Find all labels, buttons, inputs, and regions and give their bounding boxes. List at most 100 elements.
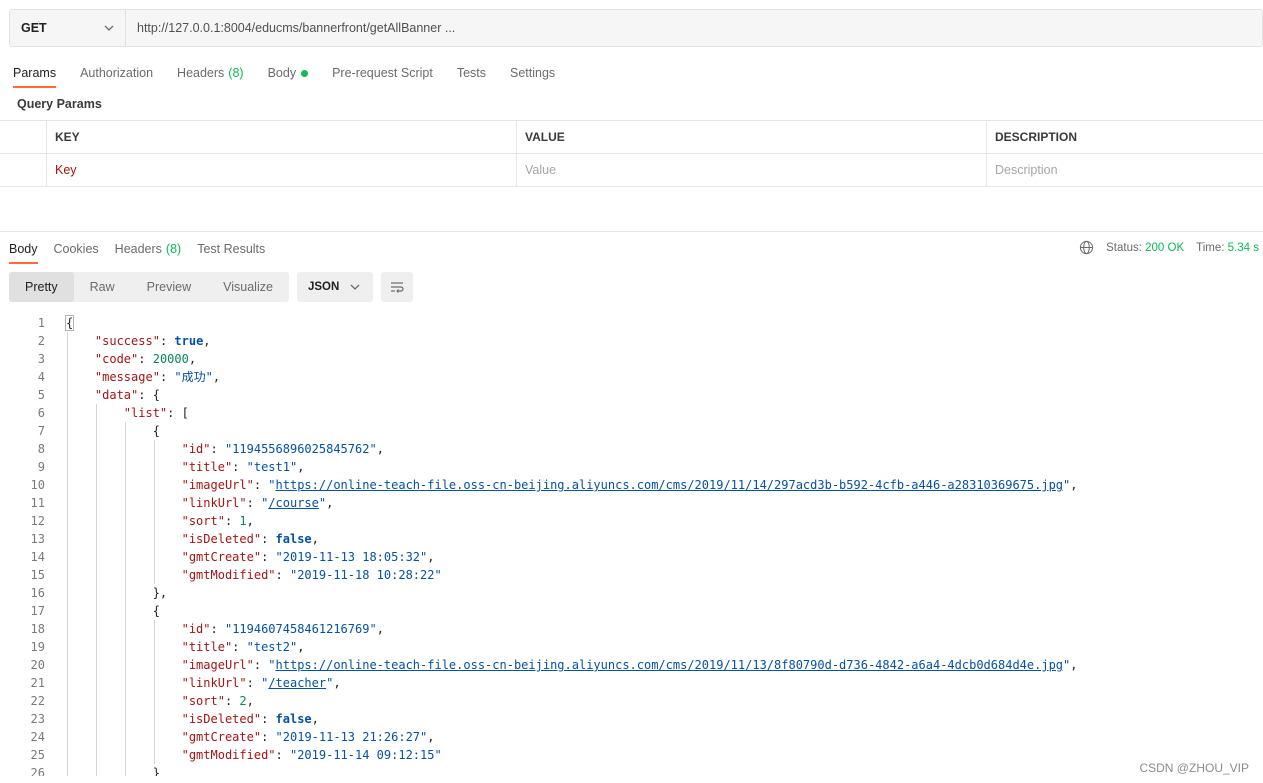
tab-label: Headers [114, 242, 162, 256]
description-input[interactable]: Description [986, 154, 1263, 186]
query-params-table: KEY VALUE DESCRIPTION Key Value Descript… [0, 120, 1263, 187]
row-checkbox[interactable] [0, 154, 46, 186]
table-header-row: KEY VALUE DESCRIPTION [0, 121, 1263, 154]
tab-label: Cookies [53, 242, 99, 256]
chevron-down-icon [104, 25, 114, 31]
response-body-editor[interactable]: 1{ 2 "success": true, 3 "code": 20000, 4… [0, 314, 1263, 776]
tab-body[interactable]: Body [256, 58, 321, 88]
line-number: 7 [37, 424, 45, 438]
format-select[interactable]: JSON [296, 272, 373, 302]
code-line: 6 "list": [ [0, 404, 1263, 422]
view-pretty[interactable]: Pretty [9, 272, 74, 302]
line-number: 24 [30, 730, 45, 744]
code-line: 3 "code": 20000, [0, 350, 1263, 368]
item-title: test1 [253, 460, 290, 474]
query-params-title: Query Params [17, 97, 102, 111]
tab-label: Body [267, 66, 297, 80]
line-number: 10 [30, 478, 45, 492]
tab-authorization[interactable]: Authorization [68, 58, 165, 88]
code-line: 12 "sort": 1, [0, 512, 1263, 530]
code-line: 1{ [0, 314, 1263, 332]
line-number: 20 [30, 658, 45, 672]
line-number: 9 [37, 460, 45, 474]
tab-response-headers[interactable]: Headers (8) [107, 234, 190, 264]
tab-params[interactable]: Params [0, 58, 68, 88]
success-value: true [174, 334, 204, 348]
time-label: Time: [1196, 241, 1225, 254]
line-number: 8 [37, 442, 45, 456]
tab-label: Tests [456, 66, 486, 80]
line-number: 11 [30, 496, 45, 510]
code-line: 2 "success": true, [0, 332, 1263, 350]
time-value[interactable]: 5.34 s [1228, 242, 1259, 254]
code-line: 7 { [0, 422, 1263, 440]
status-label: Status: [1106, 241, 1142, 254]
code-line: 13 "isDeleted": false, [0, 530, 1263, 548]
line-number: 23 [30, 712, 45, 726]
code-line: 18 "id": "1194607458461216769", [0, 620, 1263, 638]
tab-response-body[interactable]: Body [0, 234, 46, 264]
item-gmt-modified: 2019-11-18 10:28:22 [297, 568, 435, 582]
tab-settings[interactable]: Settings [498, 58, 567, 88]
globe-icon[interactable] [1079, 240, 1094, 255]
pane-divider[interactable] [0, 231, 1263, 232]
tab-tests[interactable]: Tests [445, 58, 498, 88]
code-line: 14 "gmtCreate": "2019-11-13 18:05:32", [0, 548, 1263, 566]
code-line: 4 "message": "成功", [0, 368, 1263, 386]
code-line: 24 "gmtCreate": "2019-11-13 21:26:27", [0, 728, 1263, 746]
tab-headers[interactable]: Headers (8) [165, 58, 256, 88]
code-line: 8 "id": "1194556896025845762", [0, 440, 1263, 458]
tab-label: Params [13, 66, 57, 80]
tab-label: Pre-request Script [332, 66, 433, 80]
link-url-link[interactable]: /course [268, 496, 319, 510]
chevron-down-icon [350, 284, 360, 290]
line-number: 19 [30, 640, 45, 654]
line-number: 6 [37, 406, 45, 420]
item-id: 1194607458461216769 [232, 622, 370, 636]
view-visualize[interactable]: Visualize [207, 272, 289, 302]
method-select[interactable]: GET [10, 10, 126, 46]
tab-label: Authorization [80, 66, 154, 80]
image-url-link[interactable]: https://online-teach-file.oss-cn-beijing… [276, 478, 1063, 492]
message-value: 成功 [181, 370, 206, 384]
item-is-deleted: false [275, 532, 312, 546]
tab-label: Test Results [197, 242, 266, 256]
line-number: 26 [30, 766, 45, 776]
code-line: 15 "gmtModified": "2019-11-18 10:28:22" [0, 566, 1263, 584]
value-input[interactable]: Value [516, 154, 986, 186]
item-title: test2 [253, 640, 290, 654]
link-url-link[interactable]: /teacher [268, 676, 326, 690]
line-number: 12 [30, 514, 45, 528]
line-number: 5 [37, 388, 45, 402]
status-value[interactable]: 200 OK [1145, 242, 1184, 254]
line-number: 16 [30, 586, 45, 600]
view-raw[interactable]: Raw [74, 272, 131, 302]
tab-test-results[interactable]: Test Results [189, 234, 273, 264]
code-line: 11 "linkUrl": "/course", [0, 494, 1263, 512]
tab-cookies[interactable]: Cookies [46, 234, 107, 264]
tab-label: Headers [177, 66, 225, 80]
response-tabs: Body Cookies Headers (8) Test Results [0, 234, 273, 264]
item-sort: 2 [239, 694, 247, 708]
line-number: 22 [30, 694, 45, 708]
value-column-header: VALUE [516, 121, 986, 153]
line-number: 2 [37, 334, 45, 348]
request-tabs: Params Authorization Headers (8) Body Pre… [0, 58, 567, 88]
view-preview[interactable]: Preview [131, 272, 207, 302]
watermark: CSDN @ZHOU_VIP [1139, 761, 1249, 775]
method-label: GET [21, 21, 47, 35]
response-status: Status: 200 OK Time: 5.34 s [1079, 240, 1259, 255]
key-input[interactable]: Key [46, 154, 516, 186]
headers-count-badge: (8) [165, 242, 182, 256]
image-url-link[interactable]: https://online-teach-file.oss-cn-beijing… [276, 658, 1063, 672]
tab-pre-request-script[interactable]: Pre-request Script [320, 58, 445, 88]
format-label: JSON [307, 281, 340, 293]
item-is-deleted: false [275, 712, 312, 726]
code-line: 25 "gmtModified": "2019-11-14 09:12:15" [0, 746, 1263, 764]
request-url-bar: GET http://127.0.0.1:8004/educms/bannerf… [9, 9, 1263, 47]
code-line: 16 }, [0, 584, 1263, 602]
url-input[interactable]: http://127.0.0.1:8004/educms/bannerfront… [126, 10, 1262, 46]
tab-label: Settings [510, 66, 556, 80]
item-id: 1194556896025845762 [232, 442, 370, 456]
wrap-lines-button[interactable] [380, 272, 413, 302]
